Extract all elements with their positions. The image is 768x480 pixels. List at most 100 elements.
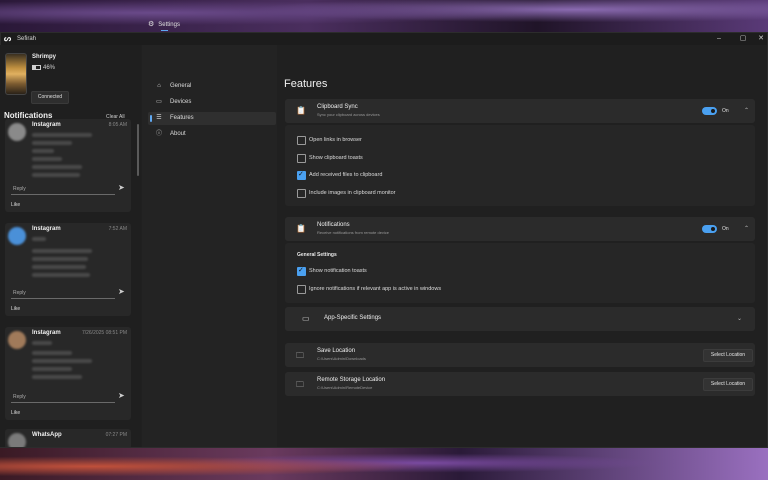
option-label: Show clipboard toasts <box>309 155 363 161</box>
app-logo-icon: ᔕ <box>4 34 12 43</box>
app-specific-settings-label: App-Specific Settings <box>324 315 382 321</box>
notifications-feature-subtitle: Receive notifications from remote device <box>317 230 390 235</box>
option-label: Ignore notifications if relevant app is … <box>309 286 442 292</box>
device-image <box>5 53 27 95</box>
select-remote-location-button[interactable]: Select Location <box>703 378 753 391</box>
notification-card[interactable]: Instagram 7:52 AM Reply ➤ Like <box>5 223 131 316</box>
reply-input[interactable]: Reply <box>11 392 115 403</box>
send-icon[interactable]: ➤ <box>118 183 125 192</box>
checkbox-checked[interactable] <box>297 170 306 180</box>
notification-time: 7/26/2025 08:51 PM <box>81 330 127 336</box>
reply-input[interactable]: Reply <box>11 288 115 299</box>
nav-item-label: Features <box>170 115 194 121</box>
notifications-feature-title: Notifications <box>317 222 350 228</box>
select-save-location-button[interactable]: Select Location <box>703 349 753 362</box>
settings-tab-label: Settings <box>158 22 180 28</box>
chevron-up-icon[interactable]: ⌃ <box>744 107 749 114</box>
notification-card[interactable]: Instagram 7/26/2025 08:51 PM Reply ➤ Lik… <box>5 327 131 420</box>
toggle-state-label: On <box>722 226 729 232</box>
blurred-text <box>32 257 88 261</box>
clipboard-sync-subtitle: Sync your clipboard across devices <box>317 112 380 117</box>
like-button[interactable]: Like <box>11 306 20 312</box>
blurred-text <box>32 157 62 161</box>
nav-item-about[interactable]: ⓘ About <box>148 128 276 141</box>
notifications-toggle[interactable] <box>702 225 717 233</box>
monitor-icon: ▭ <box>302 314 310 323</box>
nav-item-general[interactable]: ⌂ General <box>148 80 276 93</box>
gear-icon: ⚙ <box>148 21 155 28</box>
blurred-text <box>32 173 80 177</box>
chevron-up-icon[interactable]: ⌃ <box>744 225 749 232</box>
clipboard-sync-header[interactable]: 📋 Clipboard Sync Sync your clipboard acr… <box>285 99 755 123</box>
blurred-text <box>32 237 46 241</box>
nav-item-devices[interactable]: ▭ Devices <box>148 96 276 109</box>
notifications-pane: Shrimpy 46% Connected Notifications Clea… <box>0 45 141 447</box>
remote-storage-title: Remote Storage Location <box>317 377 386 383</box>
save-location-title: Save Location <box>317 348 356 354</box>
save-location-row: 🗀 Save Location C:\Users\Admin\Downloads… <box>285 343 755 367</box>
blurred-text <box>32 359 92 363</box>
remote-storage-row: 🗀 Remote Storage Location C:\Users\Admin… <box>285 372 755 396</box>
blurred-text <box>32 367 72 371</box>
like-button[interactable]: Like <box>11 410 20 416</box>
notifications-scrollbar[interactable] <box>137 124 139 176</box>
app-specific-settings-expander[interactable]: ▭ App-Specific Settings ⌄ <box>285 307 755 331</box>
close-button[interactable]: ✕ <box>755 34 767 44</box>
remote-storage-path: C:\Users\Admin\RemoteDevice <box>317 385 373 390</box>
settings-tab[interactable]: ⚙ Settings <box>148 20 180 28</box>
blurred-text <box>32 141 72 145</box>
connection-status-button[interactable]: Connected <box>31 91 69 104</box>
blurred-text <box>32 133 92 137</box>
battery-level: 46% <box>43 65 56 72</box>
avatar <box>8 123 26 141</box>
devices-icon: ▭ <box>156 99 162 105</box>
notification-app-name: Instagram <box>32 330 61 336</box>
option-label: Add received files to clipboard <box>309 172 383 178</box>
blurred-text <box>32 341 52 345</box>
checkbox[interactable] <box>297 285 306 294</box>
nav-item-label: Devices <box>170 99 192 105</box>
title-bar[interactable]: ᔕ Sefirah – ▢ ✕ <box>1 33 767 45</box>
send-icon[interactable]: ➤ <box>118 287 125 296</box>
reply-input[interactable]: Reply <box>11 184 115 195</box>
notification-card[interactable]: WhatsApp 07:27 PM <box>5 429 131 447</box>
desktop-wallpaper-top <box>0 0 768 32</box>
checkbox[interactable] <box>297 154 306 163</box>
chevron-down-icon[interactable]: ⌄ <box>737 315 742 322</box>
option-label: Include images in clipboard monitor <box>309 190 396 196</box>
clipboard-icon: 📋 <box>296 106 306 115</box>
clipboard-sync-toggle[interactable] <box>702 107 717 115</box>
notification-time: 7:52 AM <box>108 226 127 232</box>
notifications-feature-header[interactable]: 📋 Notifications Receive notifications fr… <box>285 217 755 241</box>
blurred-text <box>32 265 86 269</box>
selection-indicator <box>150 115 152 122</box>
list-icon: ☰ <box>156 115 162 121</box>
nav-item-features[interactable]: ☰ Features <box>148 112 276 125</box>
send-icon[interactable]: ➤ <box>118 391 125 400</box>
info-icon: ⓘ <box>155 131 162 137</box>
avatar <box>8 331 26 349</box>
minimize-button[interactable]: – <box>713 34 725 44</box>
checkbox[interactable] <box>297 189 306 198</box>
blurred-text <box>32 375 82 379</box>
notification-app-name: Instagram <box>32 226 61 232</box>
battery-icon <box>32 65 41 70</box>
like-button[interactable]: Like <box>11 202 20 208</box>
app-title: Sefirah <box>17 36 37 42</box>
maximize-button[interactable]: ▢ <box>737 34 749 44</box>
folder-sync-icon: 🗀 <box>296 380 304 389</box>
blurred-text <box>32 273 90 277</box>
toggle-state-label: On <box>722 108 729 114</box>
notification-app-name: Instagram <box>32 122 61 128</box>
option-label: Show notification toasts <box>309 268 367 274</box>
notification-card[interactable]: Instagram 8:05 AM Reply ➤ Like <box>5 119 131 212</box>
notification-feature-icon: 📋 <box>296 224 306 233</box>
nav-item-label: About <box>170 131 186 137</box>
general-settings-heading: General Settings <box>297 252 337 258</box>
checkbox[interactable] <box>297 136 306 145</box>
option-label: Open links in browser <box>309 137 362 143</box>
desktop-wallpaper-bottom <box>0 446 768 480</box>
blurred-text <box>32 249 92 253</box>
notification-time: 8:05 AM <box>108 122 127 128</box>
checkbox-checked[interactable] <box>297 266 306 276</box>
